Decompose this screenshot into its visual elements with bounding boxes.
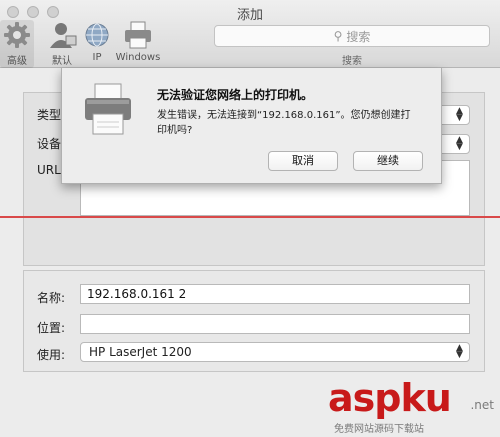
cancel-button[interactable]: 取消 [268, 151, 338, 171]
use-label: 使用: [37, 348, 66, 362]
toolbar-advanced-label: 高级 [7, 56, 27, 67]
device-label: 设备 [37, 137, 62, 151]
search-icon: ⚲ [333, 29, 343, 43]
toolbar-windows-button[interactable]: Windows [112, 20, 164, 63]
watermark-domain: .net [470, 398, 494, 412]
continue-button[interactable]: 继续 [353, 151, 423, 171]
globe-icon [85, 23, 109, 47]
toolbar-default-label: 默认 [52, 56, 72, 67]
search-caption: 搜索 [342, 56, 362, 67]
alert-title: 无法验证您网络上的打印机。 [157, 88, 314, 102]
name-field[interactable]: 192.168.0.161 2 [80, 284, 470, 304]
gear-icon [4, 22, 30, 48]
search-placeholder: 搜索 [346, 29, 371, 44]
printer-icon [85, 83, 131, 135]
title-toolbar: 添加 高级 默认 IP Windows ⚲ 搜索 搜索 [0, 0, 500, 68]
toolbar-advanced-button[interactable]: 高级 [0, 20, 34, 68]
toolbar-ip-button[interactable]: IP [77, 20, 117, 63]
location-field[interactable] [80, 314, 470, 334]
user-icon [50, 23, 77, 48]
error-alert-sheet: 无法验证您网络上的打印机。 发生错误，无法连接到“192.168.0.161”。… [61, 68, 442, 184]
toolbar-default-button[interactable]: 默认 [42, 20, 82, 67]
driver-popup[interactable]: HP LaserJet 1200 ▲ ▼ [80, 342, 470, 362]
watermark-logo: aspku .net 免费网站源码下载站 [328, 376, 500, 437]
watermark-subtitle: 免费网站源码下载站 [334, 424, 424, 435]
url-label: URL [37, 163, 61, 177]
popup-arrows-icon: ▲ ▼ [456, 343, 463, 360]
popup-arrows-icon: ▲ ▼ [456, 135, 463, 152]
toolbar-ip-label: IP [92, 52, 102, 63]
location-label: 位置: [37, 321, 66, 335]
search-field[interactable]: ⚲ 搜索 [214, 25, 490, 47]
watermark-brand: aspku [328, 376, 452, 420]
popup-arrows-icon: ▲ ▼ [456, 106, 463, 123]
name-label: 名称: [37, 291, 66, 305]
add-printer-window: 添加 高级 默认 IP Windows ⚲ 搜索 搜索 类型 ▲ ▼ 设备 ▲ … [0, 0, 500, 437]
type-label: 类型 [37, 108, 62, 122]
toolbar-windows-label: Windows [115, 52, 161, 63]
alert-message: 发生错误，无法连接到“192.168.0.161”。您仍想创建打印机吗? [157, 110, 411, 136]
divider-line [0, 216, 500, 218]
driver-popup-value: HP LaserJet 1200 [89, 345, 192, 359]
printer-icon [125, 21, 151, 49]
